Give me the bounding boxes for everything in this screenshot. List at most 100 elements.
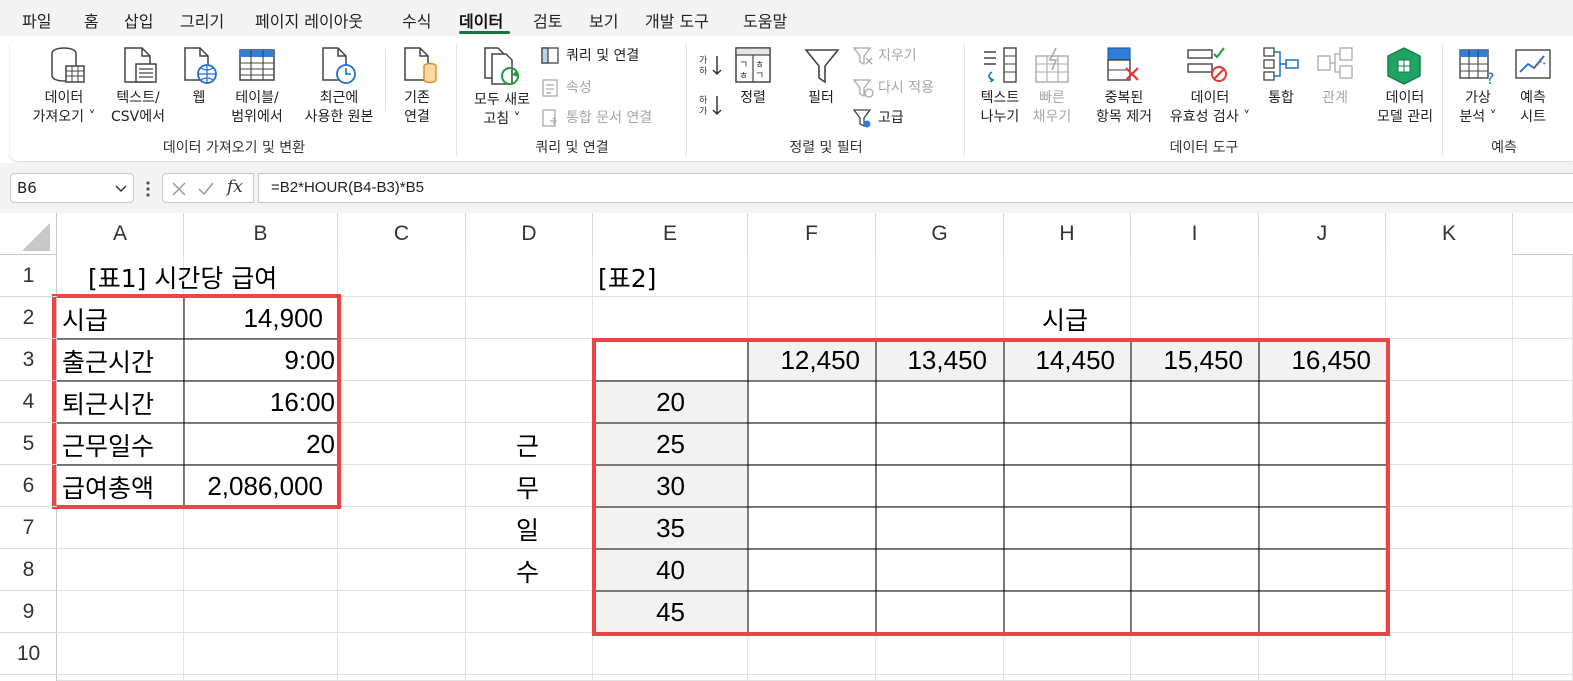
column-header-b[interactable]: B [184, 213, 338, 255]
column-header-e[interactable]: E [593, 213, 748, 255]
table2-col-value[interactable]: 15,450 [1163, 345, 1243, 376]
row-header-7[interactable]: 7 [0, 507, 57, 549]
more-options-icon[interactable] [144, 180, 152, 198]
data-validation-label-2: 유효성 검사 ˅ [1169, 109, 1251, 125]
column-header-g[interactable]: G [876, 213, 1004, 255]
table2-title[interactable]: [표2] [598, 259, 656, 295]
table2-col-value[interactable]: 16,450 [1291, 345, 1371, 376]
flash-fill-label-2: 채우기 [1032, 109, 1072, 125]
formula-bar: B6 fx =B2*HOUR(B4-B3)*B5 [0, 163, 1573, 213]
table1-value-total-pay[interactable]: 2,086,000 [207, 471, 323, 502]
column-header-a[interactable]: A [57, 213, 184, 255]
table2-row-value[interactable]: 35 [656, 513, 685, 544]
data-model-icon [1387, 47, 1421, 85]
formula-input[interactable]: =B2*HOUR(B4-B3)*B5 [258, 173, 1573, 203]
svg-text:?: ? [1486, 69, 1495, 86]
row-header-2[interactable]: 2 [0, 297, 57, 339]
row-header-6[interactable]: 6 [0, 465, 57, 507]
cancel-icon[interactable] [171, 181, 187, 197]
enter-check-icon[interactable] [197, 181, 215, 197]
relationships-label: 관계 [1322, 90, 1348, 106]
table2-column-title[interactable]: 시급 [1042, 301, 1088, 337]
what-if-label-2: 분석 ˅ [1459, 109, 1497, 125]
tab-formulas[interactable]: 수식 [402, 8, 431, 32]
table1-label-start-time[interactable]: 출근시간 [62, 343, 154, 379]
row-header-5[interactable]: 5 [0, 423, 57, 465]
row-header-4[interactable]: 4 [0, 381, 57, 423]
tab-developer[interactable]: 개발 도구 [645, 8, 709, 32]
tab-insert[interactable]: 삽입 [124, 8, 153, 32]
tab-home[interactable]: 홈 [84, 8, 99, 32]
table2-row-value[interactable]: 25 [656, 429, 685, 460]
tab-view[interactable]: 보기 [589, 8, 618, 32]
queries-connections-label: 쿼리 및 연결 [566, 48, 640, 64]
table1-value-hourly-wage[interactable]: 14,900 [243, 303, 323, 334]
table2-row-value[interactable]: 45 [656, 597, 685, 628]
tab-draw[interactable]: 그리기 [180, 8, 224, 32]
flash-fill-label-1: 빠른 [1039, 90, 1065, 106]
group-label-queries: 쿼리 및 연결 [535, 140, 609, 156]
svg-text:하: 하 [699, 95, 708, 106]
column-header-c[interactable]: C [338, 213, 466, 255]
recent-file-clock-icon [322, 47, 356, 84]
column-header-k[interactable]: K [1386, 213, 1513, 255]
table2-col-value[interactable]: 12,450 [780, 345, 860, 376]
table1-label-total-pay[interactable]: 급여총액 [62, 469, 154, 505]
column-header-f[interactable]: F [748, 213, 876, 255]
forecast-sheet-label-2: 시트 [1520, 109, 1546, 125]
name-box[interactable]: B6 [10, 173, 134, 203]
relationships-icon [1317, 47, 1353, 79]
table1-label-hourly-wage[interactable]: 시급 [62, 301, 108, 337]
table-range-icon [239, 49, 275, 81]
group-label-forecast: 예측 [1491, 140, 1517, 156]
table1-value-work-days[interactable]: 20 [306, 429, 335, 460]
column-header-d[interactable]: D [466, 213, 593, 255]
tab-review[interactable]: 검토 [533, 8, 562, 32]
sort-dialog-icon: ㄱ ㅎ ㅎ ㄱ [735, 47, 771, 83]
column-header-j[interactable]: J [1259, 213, 1386, 255]
tab-page-layout[interactable]: 페이지 레이아웃 [255, 8, 363, 32]
row-header-3[interactable]: 3 [0, 339, 57, 381]
divider [385, 50, 386, 110]
svg-text:가: 가 [699, 55, 707, 66]
existing-connections-label-1: 기존 [404, 90, 430, 106]
queries-pane-icon [541, 47, 559, 64]
tab-data[interactable]: 데이터 [459, 8, 503, 32]
from-table-label-1: 테이블/ [235, 90, 279, 106]
advanced-filter-label: 고급 [878, 110, 904, 126]
advanced-filter-icon [852, 109, 872, 128]
table2-row-value[interactable]: 30 [656, 471, 685, 502]
svg-text:하: 하 [699, 66, 708, 77]
reapply-label: 다시 적용 [878, 80, 934, 96]
table1-value-end-time[interactable]: 16:00 [270, 387, 335, 418]
table2-row-title-char-4: 수 [516, 558, 540, 587]
svg-text:ㅎ: ㅎ [755, 60, 764, 71]
forecast-sheet-label-1: 예측 [1520, 90, 1546, 106]
table1-label-work-days[interactable]: 근무일수 [62, 427, 154, 463]
clear-filter-label: 지우기 [878, 48, 917, 64]
row-header-1[interactable]: 1 [0, 255, 57, 297]
table2-row-value[interactable]: 20 [656, 387, 685, 418]
insert-function-icon[interactable]: fx [227, 177, 243, 197]
row-header-10[interactable]: 10 [0, 633, 57, 675]
tab-file[interactable]: 파일 [22, 8, 51, 32]
row-header-8[interactable]: 8 [0, 549, 57, 591]
data-validation-icon [1187, 47, 1227, 82]
row-header-9[interactable]: 9 [0, 591, 57, 633]
active-tab-indicator [459, 31, 510, 34]
table2-row-title-char-3: 일 [516, 516, 540, 545]
select-all-corner[interactable] [0, 213, 57, 255]
table1-title[interactable]: [표1] 시간당 급여 [88, 259, 277, 295]
reapply-icon [852, 79, 874, 98]
column-header-h[interactable]: H [1004, 213, 1131, 255]
table1-value-start-time[interactable]: 9:00 [284, 345, 335, 376]
table2-col-value[interactable]: 14,450 [1035, 345, 1115, 376]
table1-label-end-time[interactable]: 퇴근시간 [62, 385, 154, 421]
from-text-label-2: CSV에서 [111, 109, 165, 125]
tab-help[interactable]: 도움말 [743, 8, 787, 32]
chevron-down-icon[interactable] [115, 184, 127, 194]
group-label-sort-filter: 정렬 및 필터 [789, 140, 863, 156]
column-header-i[interactable]: I [1131, 213, 1259, 255]
table2-col-value[interactable]: 13,450 [907, 345, 987, 376]
table2-row-value[interactable]: 40 [656, 555, 685, 586]
